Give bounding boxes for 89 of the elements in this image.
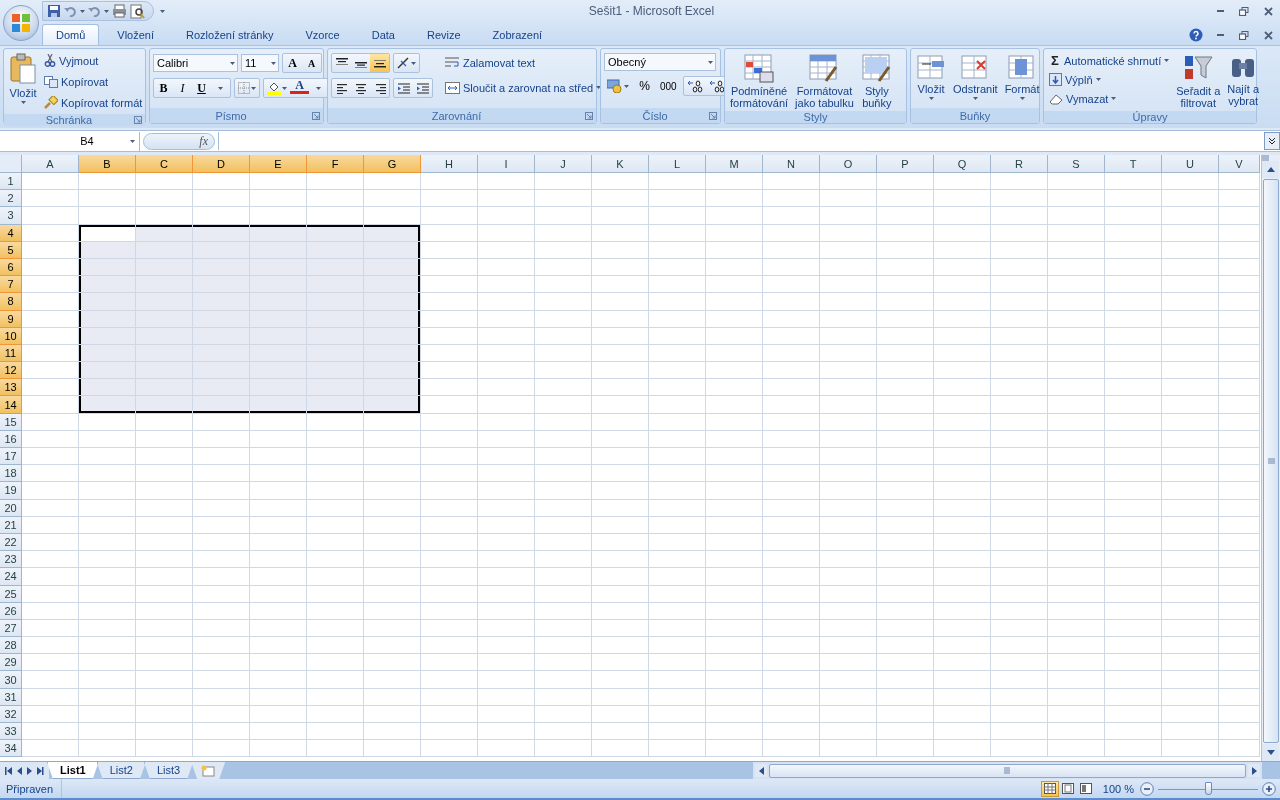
thousands-separator-button[interactable]: 000 bbox=[657, 77, 680, 95]
row-header[interactable]: 18 bbox=[0, 465, 22, 483]
row-header[interactable]: 12 bbox=[0, 362, 22, 380]
column-header[interactable]: C bbox=[136, 155, 193, 173]
row-header[interactable]: 23 bbox=[0, 551, 22, 569]
bold-button[interactable]: B bbox=[154, 79, 173, 97]
ribbon-button[interactable]: Kopírovat formát bbox=[42, 93, 145, 112]
group-title: Písmo bbox=[214, 109, 248, 122]
row-header[interactable]: 24 bbox=[0, 568, 22, 586]
paste-button[interactable]: Vložit bbox=[7, 51, 39, 104]
sheet-tab[interactable]: List3 bbox=[143, 762, 194, 779]
number-format-field[interactable]: Obecný bbox=[604, 53, 716, 71]
row-header[interactable]: 17 bbox=[0, 448, 22, 466]
row-header[interactable]: 33 bbox=[0, 723, 22, 741]
sheet-tab[interactable]: List1 bbox=[47, 762, 99, 779]
row-header[interactable]: 29 bbox=[0, 654, 22, 672]
ribbon-tab[interactable]: Domů bbox=[42, 24, 100, 45]
column-header[interactable]: O bbox=[820, 155, 877, 173]
merge-center-button[interactable]: Sloučit a zarovnat na střed bbox=[443, 78, 604, 97]
ribbon-tab[interactable]: Vzorce bbox=[291, 24, 354, 45]
ribbon-button[interactable]: Formát bbox=[1002, 51, 1042, 100]
column-header[interactable]: D bbox=[193, 155, 250, 173]
row-header[interactable]: 34 bbox=[0, 740, 22, 758]
ribbon-button[interactable]: Formátovat jako tabulku bbox=[793, 51, 856, 109]
name-box[interactable]: B4 bbox=[0, 131, 140, 151]
column-header[interactable]: Q bbox=[934, 155, 991, 173]
italic-button[interactable]: I bbox=[173, 79, 192, 97]
ribbon-button[interactable]: Seřadit a filtrovat bbox=[1174, 51, 1223, 109]
wrap-text-button[interactable]: Zalamovat text bbox=[443, 53, 604, 72]
status-text: Připraven bbox=[0, 779, 63, 798]
window-title: Sešit1 - Microsoft Excel bbox=[587, 4, 716, 18]
zoom-level-text[interactable]: 100 % bbox=[1102, 782, 1134, 795]
ribbon-tab[interactable]: Rozložení stránky bbox=[172, 24, 288, 45]
ribbon-button[interactable]: Výplň bbox=[1047, 70, 1172, 89]
ribbon-button[interactable]: Podmíněné formátování bbox=[728, 51, 791, 109]
column-header[interactable]: L bbox=[649, 155, 706, 173]
insert-function-button[interactable]: fx bbox=[143, 132, 215, 150]
row-header[interactable]: 19 bbox=[0, 482, 22, 500]
row-header[interactable]: 14 bbox=[0, 396, 22, 414]
column-header[interactable]: E bbox=[250, 155, 307, 173]
row-header[interactable]: 7 bbox=[0, 276, 22, 294]
ribbon-button[interactable]: Σ Automatické shrnutí bbox=[1047, 51, 1172, 70]
column-header[interactable]: F bbox=[307, 155, 364, 173]
row-header[interactable]: 28 bbox=[0, 637, 22, 655]
ribbon-button[interactable]: Vyjmout bbox=[42, 51, 145, 70]
group-title: Buňky bbox=[958, 109, 992, 122]
column-header[interactable]: P bbox=[877, 155, 934, 173]
ribbon-tab[interactable]: Revize bbox=[413, 24, 475, 45]
ribbon-button[interactable]: Kopírovat bbox=[42, 72, 145, 91]
column-header[interactable]: H bbox=[421, 155, 478, 173]
ribbon-tab[interactable]: Vložení bbox=[103, 24, 169, 45]
group-title: Číslo bbox=[641, 109, 669, 122]
row-header[interactable]: 3 bbox=[0, 207, 22, 225]
font-name-field[interactable]: Calibri bbox=[153, 54, 238, 72]
column-header[interactable]: V bbox=[1219, 155, 1260, 173]
column-header[interactable]: R bbox=[991, 155, 1048, 173]
ribbon-button[interactable]: Odstranit bbox=[951, 51, 1000, 100]
ribbon-button[interactable]: Najít a vybrat bbox=[1225, 51, 1262, 107]
ribbon-tab[interactable]: Zobrazení bbox=[478, 24, 557, 45]
column-header[interactable]: U bbox=[1162, 155, 1219, 173]
percent-button[interactable]: % bbox=[635, 77, 654, 95]
column-header[interactable]: M bbox=[706, 155, 763, 173]
ribbon-button[interactable]: Vymazat bbox=[1047, 89, 1172, 108]
ribbon-tab[interactable]: Data bbox=[357, 24, 409, 45]
column-header[interactable]: I bbox=[478, 155, 535, 173]
row-header[interactable]: 13 bbox=[0, 379, 22, 397]
column-header[interactable]: B bbox=[79, 155, 136, 173]
row-header[interactable]: 1 bbox=[0, 173, 22, 191]
shrink-font-button[interactable]: A bbox=[302, 54, 321, 72]
ribbon-button[interactable]: Vložit bbox=[914, 51, 948, 100]
group-title: Styly bbox=[802, 111, 829, 123]
column-header[interactable]: K bbox=[592, 155, 649, 173]
column-header[interactable]: N bbox=[763, 155, 820, 173]
column-header[interactable]: T bbox=[1105, 155, 1162, 173]
font-size-field[interactable]: 11 bbox=[241, 54, 279, 72]
row-header[interactable]: 2 bbox=[0, 190, 22, 208]
column-header[interactable]: A bbox=[22, 155, 79, 173]
group-title: Úpravy bbox=[1131, 111, 1169, 123]
underline-button[interactable]: U bbox=[192, 79, 211, 97]
column-header[interactable]: S bbox=[1048, 155, 1105, 173]
ribbon-button[interactable]: Styly buňky bbox=[858, 51, 895, 109]
column-header[interactable]: J bbox=[535, 155, 592, 173]
row-header[interactable]: 30 bbox=[0, 671, 22, 689]
column-header[interactable]: G bbox=[364, 155, 421, 173]
group-title: Schránka bbox=[44, 114, 94, 126]
group-title: Zarovnání bbox=[430, 109, 483, 122]
grow-font-button[interactable]: A bbox=[283, 54, 302, 72]
row-header[interactable]: 8 bbox=[0, 293, 22, 311]
sheet-tab[interactable]: List2 bbox=[96, 762, 146, 779]
